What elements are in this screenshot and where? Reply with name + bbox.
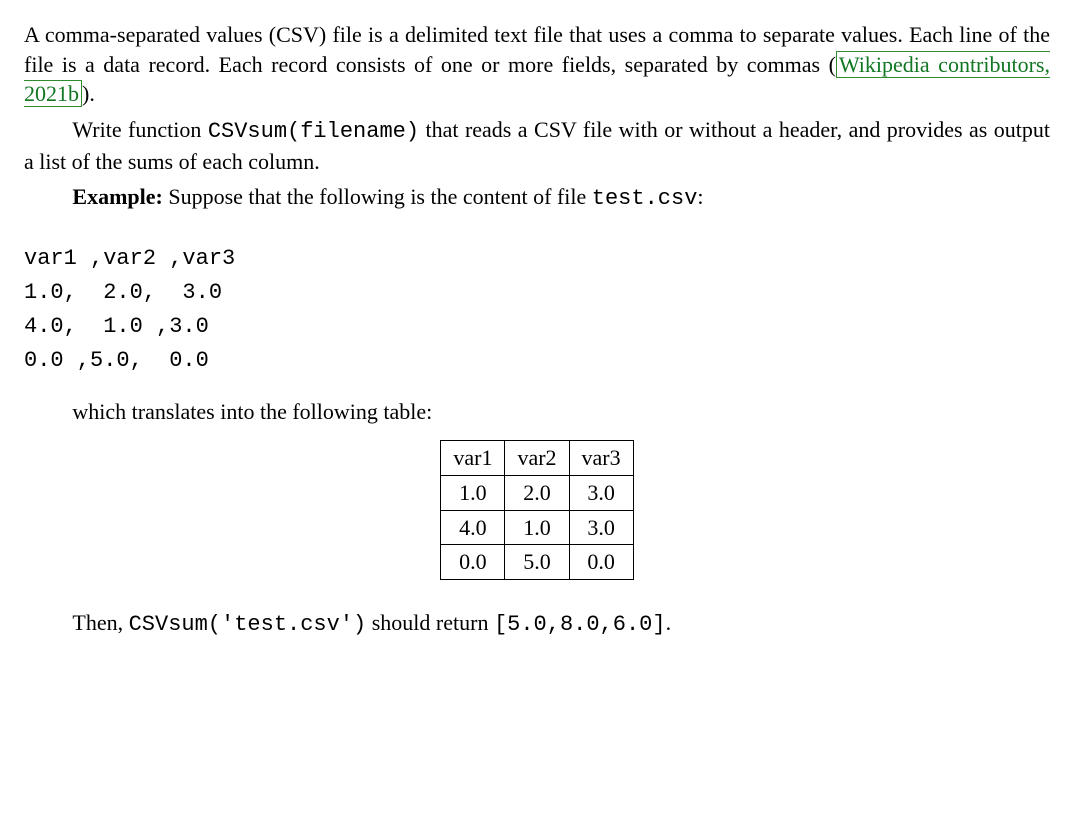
table-row: 4.0 1.0 3.0 xyxy=(441,510,633,545)
task-lead: Write function xyxy=(72,117,207,142)
table-row: 1.0 2.0 3.0 xyxy=(441,475,633,510)
function-signature: CSVsum(filename) xyxy=(208,119,419,144)
result-lead: Then, xyxy=(72,610,128,635)
table-cell: 1.0 xyxy=(505,510,569,545)
table-cell: 1.0 xyxy=(441,475,505,510)
table-header-cell: var3 xyxy=(569,441,633,476)
result-paragraph: Then, CSVsum('test.csv') should return [… xyxy=(24,608,1050,640)
table-cell: 2.0 xyxy=(505,475,569,510)
intro-paragraph: A comma-separated values (CSV) file is a… xyxy=(24,20,1050,109)
table-wrapper: var1 var2 var3 1.0 2.0 3.0 4.0 1.0 3.0 0… xyxy=(24,440,1050,580)
table-cell: 5.0 xyxy=(505,545,569,580)
csv-content-block: var1 ,var2 ,var3 1.0, 2.0, 3.0 4.0, 1.0 … xyxy=(24,242,1050,378)
table-intro: which translates into the following tabl… xyxy=(24,397,1050,427)
table-cell: 0.0 xyxy=(441,545,505,580)
table-header-cell: var2 xyxy=(505,441,569,476)
example-paragraph: Example: Suppose that the following is t… xyxy=(24,182,1050,214)
result-call: CSVsum('test.csv') xyxy=(129,612,367,637)
task-paragraph: Write function CSVsum(filename) that rea… xyxy=(24,115,1050,176)
example-label: Example: xyxy=(72,184,162,209)
example-tail: : xyxy=(697,184,703,209)
table-cell: 4.0 xyxy=(441,510,505,545)
table-cell: 3.0 xyxy=(569,510,633,545)
table-row: var1 var2 var3 xyxy=(441,441,633,476)
example-lead: Suppose that the following is the conten… xyxy=(163,184,592,209)
table-cell: 3.0 xyxy=(569,475,633,510)
table-header-cell: var1 xyxy=(441,441,505,476)
example-filename: test.csv xyxy=(592,186,698,211)
data-table: var1 var2 var3 1.0 2.0 3.0 4.0 1.0 3.0 0… xyxy=(440,440,633,580)
result-tail: . xyxy=(666,610,672,635)
table-cell: 0.0 xyxy=(569,545,633,580)
result-value: [5.0,8.0,6.0] xyxy=(494,612,666,637)
intro-tail: ). xyxy=(82,81,95,106)
table-row: 0.0 5.0 0.0 xyxy=(441,545,633,580)
result-mid: should return xyxy=(366,610,494,635)
